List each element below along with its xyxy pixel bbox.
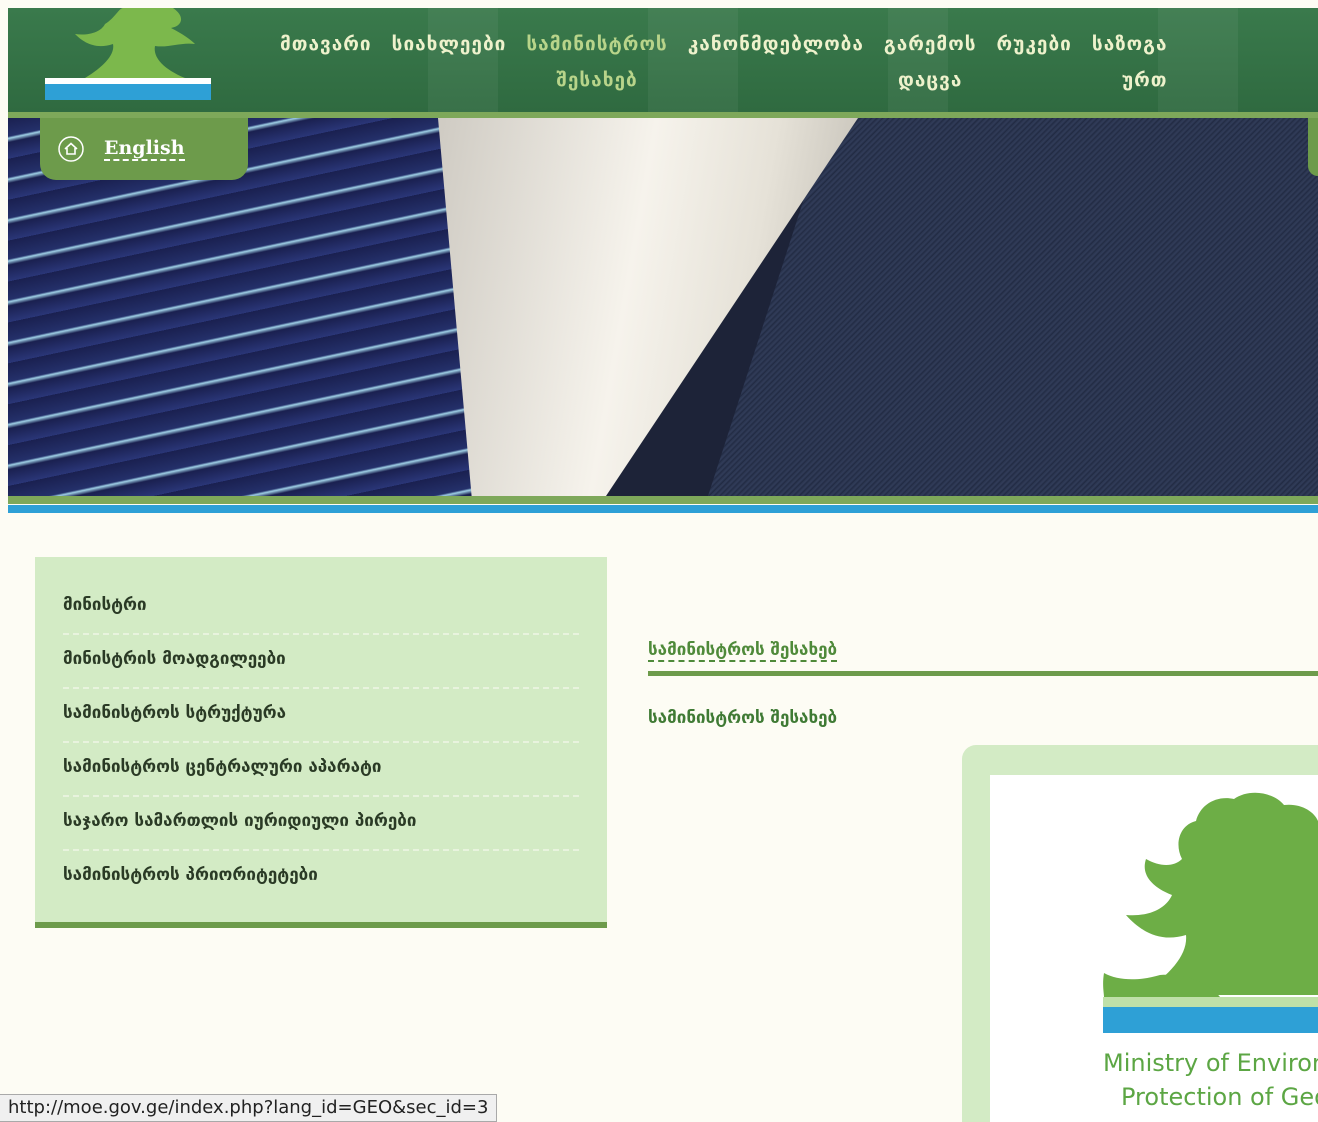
nav-item-about-ministry[interactable]: სამინისტროს შესახებ: [526, 26, 667, 98]
top-navigation-bar: მთავარი სიახლეები სამინისტროს შესახებ კან…: [8, 8, 1318, 112]
status-url: http://moe.gov.ge/index.php?lang_id=GEO&…: [8, 1097, 489, 1118]
nav-label: რუკები: [996, 33, 1072, 55]
home-icon[interactable]: [58, 136, 84, 162]
nav-item-environment-protection[interactable]: გარემოს დაცვა: [884, 26, 977, 98]
sidebar-item-minister[interactable]: მინისტრი: [63, 581, 579, 635]
right-tab-edge: [1308, 118, 1318, 176]
sidebar-item-priorities[interactable]: სამინისტროს პრიორიტეტები: [63, 851, 579, 905]
nav-label: სამინისტროს: [526, 33, 668, 55]
nav-label-line2: შესახებ: [556, 69, 638, 91]
nav-label: გარემოს: [883, 33, 977, 55]
sidebar-menu: მინისტრი მინისტრის მოადგილეები სამინისტრ…: [35, 557, 607, 923]
sidebar-item-central-apparatus[interactable]: სამინისტროს ცენტრალური აპარატი: [63, 743, 579, 797]
breadcrumb[interactable]: სამინისტროს შესახებ: [648, 640, 838, 662]
banner-blue-line: [8, 505, 1318, 513]
nav-item-news[interactable]: სიახლეები: [392, 26, 507, 98]
sidebar-item-structure[interactable]: სამინისტროს სტრუქტურა: [63, 689, 579, 743]
nav-label: საზოგა: [1091, 33, 1168, 55]
ministry-name-line2: Protection of Geo: [1121, 1083, 1318, 1111]
nav-item-maps[interactable]: რუკები: [997, 26, 1072, 98]
sidebar-bottom-border: [35, 922, 607, 928]
sidebar-item-legal-entities[interactable]: საჯარო სამართლის იურიდიული პირები: [63, 797, 579, 851]
browser-status-bar: http://moe.gov.ge/index.php?lang_id=GEO&…: [0, 1094, 498, 1122]
tree-logo-icon: [1103, 792, 1318, 1033]
nav-label: სიახლეები: [391, 33, 507, 55]
nav-label: მთავარი: [280, 33, 372, 55]
ministry-logo[interactable]: [45, 8, 211, 102]
ministry-name-line1: Ministry of Environ: [1103, 1049, 1318, 1077]
breadcrumb-divider: [648, 671, 1318, 676]
nav-item-home[interactable]: მთავარი: [280, 26, 372, 98]
nav-label-line2: დაცვა: [897, 69, 963, 91]
page-title: სამინისტროს შესახებ: [648, 708, 838, 728]
nav-item-public-relations[interactable]: საზოგა ურთ: [1092, 26, 1168, 98]
ministry-name-text: Ministry of Environ Protection of Geo: [1103, 1046, 1318, 1114]
nav-label-line2: ურთ: [1121, 69, 1168, 91]
english-link[interactable]: English: [104, 137, 185, 161]
nav-label: კანონმდებლობა: [687, 33, 864, 55]
sidebar-item-deputy-ministers[interactable]: მინისტრის მოადგილეები: [63, 635, 579, 689]
banner-green-line: [8, 496, 1318, 504]
main-nav: მთავარი სიახლეები სამინისტროს შესახებ კან…: [280, 26, 1188, 98]
nav-item-legislation[interactable]: კანონმდებლობა: [688, 26, 864, 98]
language-tab: English: [40, 118, 248, 180]
